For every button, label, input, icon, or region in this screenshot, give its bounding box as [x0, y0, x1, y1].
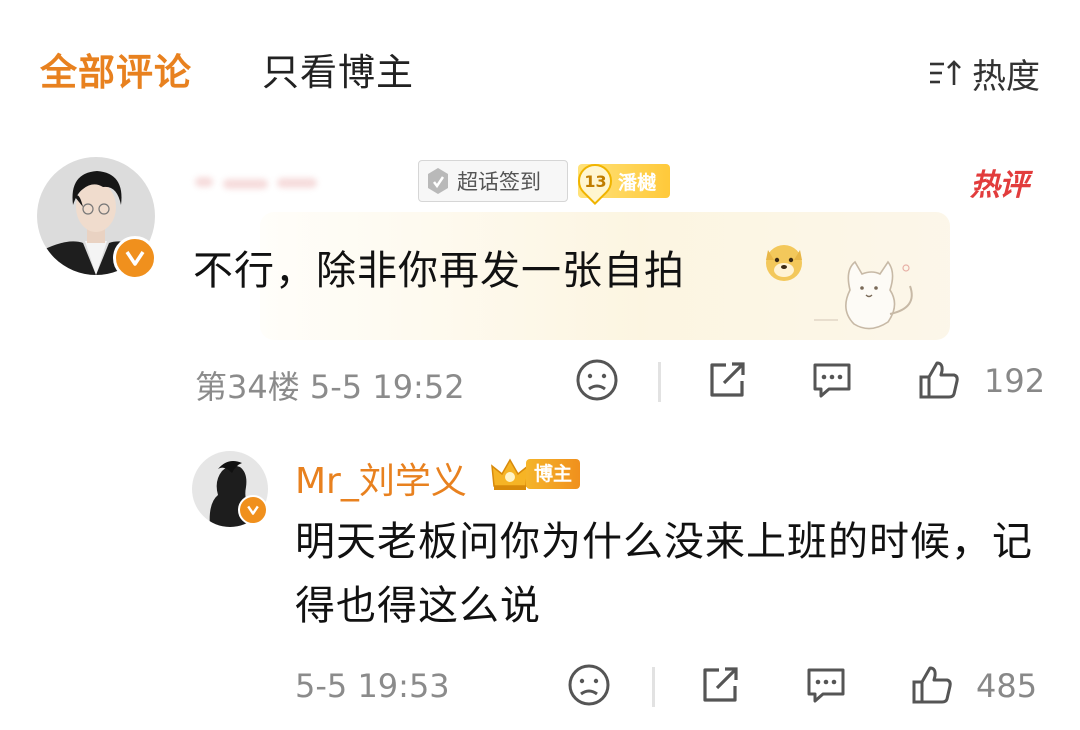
share-icon	[710, 362, 745, 397]
reply-like-button[interactable]	[909, 662, 955, 712]
blogger-label: 博主	[526, 459, 581, 489]
verified-icon	[113, 236, 157, 280]
like-button[interactable]	[916, 357, 962, 407]
like-icon	[919, 361, 959, 399]
tab-owner-only[interactable]: 只看博主	[262, 48, 414, 98]
dislike-face-icon	[576, 359, 618, 401]
comment-meta: 第34楼 5-5 19:52	[195, 368, 465, 406]
chaohua-checkin-badge[interactable]: 超话签到	[418, 160, 568, 202]
share-button[interactable]	[704, 357, 750, 407]
chaohua-icon	[428, 168, 448, 194]
chaohua-label: 超话签到	[457, 170, 541, 194]
comment-icon	[813, 363, 851, 398]
dislike-button[interactable]	[574, 357, 620, 407]
comment-text: 不行，除非你再发一张自拍	[193, 248, 685, 294]
reply-share-button[interactable]	[697, 662, 743, 712]
level-number: 13	[583, 171, 607, 191]
like-icon	[912, 666, 952, 704]
hot-comment-badge: 热评	[970, 168, 1029, 203]
reply-like-count: 485	[976, 667, 1038, 705]
tab-all-comments[interactable]: 全部评论	[40, 48, 192, 98]
doge-emoji	[766, 245, 802, 281]
comment-icon	[807, 668, 845, 703]
reply-comment-button[interactable]	[803, 662, 849, 712]
reply-dislike-button[interactable]	[566, 662, 612, 712]
reply-meta: 5-5 19:53	[295, 667, 450, 705]
verified-icon	[238, 495, 268, 525]
comment-tabs: 全部评论 只看博主 热度	[40, 48, 1040, 98]
action-divider	[658, 362, 661, 402]
cat-sticker	[814, 260, 913, 330]
blogger-badge[interactable]: 博主	[488, 456, 590, 492]
sort-by-heat-button[interactable]: 热度	[928, 48, 1040, 98]
like-count: 192	[984, 362, 1046, 400]
blurred-username[interactable]	[195, 165, 325, 199]
reply-button[interactable]	[809, 357, 855, 407]
sort-label: 热度	[972, 56, 1040, 97]
fan-group-name: 潘樾	[618, 171, 657, 194]
reply-username[interactable]: Mr_刘学义	[295, 452, 467, 504]
level-icon: 13	[570, 156, 620, 206]
reply-text: 明天老板问你为什么没来上班的时候，记得也得这么说	[295, 519, 1033, 629]
share-icon	[703, 667, 738, 702]
action-divider	[652, 667, 655, 707]
sort-icon	[930, 60, 961, 85]
dislike-face-icon	[568, 664, 610, 706]
fan-level-badge[interactable]: 13 潘樾	[570, 156, 670, 206]
